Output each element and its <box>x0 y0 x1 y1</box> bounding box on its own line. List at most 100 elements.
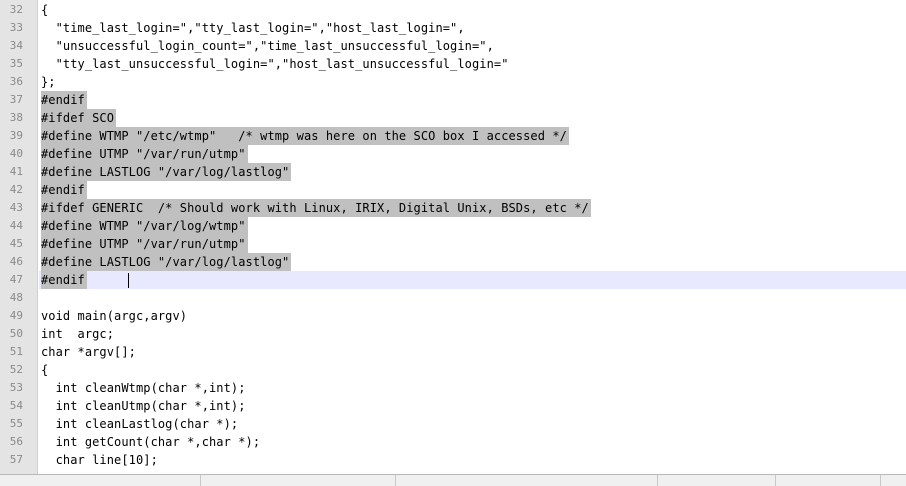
code-text: int cleanWtmp(char *,int); <box>41 381 246 395</box>
code-line-area[interactable]: char *argv[]; <box>39 343 906 361</box>
code-line-area[interactable]: #ifdef GENERIC /* Should work with Linux… <box>39 199 906 217</box>
line-number: 36 <box>9 75 23 88</box>
status-segment-length <box>200 475 391 486</box>
code-line[interactable]: 43 #ifdef GENERIC /* Should work with Lin… <box>0 199 906 217</box>
code-line-area[interactable]: #define LASTLOG "/var/log/lastlog" <box>39 253 906 271</box>
status-segment-eol <box>657 475 772 486</box>
text-caret <box>128 273 129 288</box>
code-line[interactable]: 48 <box>0 289 906 307</box>
code-line-area[interactable]: "unsuccessful_login_count=","time_last_u… <box>39 37 906 55</box>
selected-code-text: #ifdef SCO <box>41 109 117 127</box>
selected-code-text: #define LASTLOG "/var/log/lastlog" <box>41 253 292 271</box>
code-line-area[interactable]: int cleanLastlog(char *); <box>39 415 906 433</box>
code-text: { <box>41 3 49 17</box>
line-number: 32 <box>9 3 23 16</box>
line-number: 51 <box>9 345 23 358</box>
line-number: 54 <box>9 399 23 412</box>
line-number: 42 <box>9 183 23 196</box>
code-line[interactable]: 40 #define UTMP "/var/run/utmp" <box>0 145 906 163</box>
code-line[interactable]: 54 int cleanUtmp(char *,int); <box>0 397 906 415</box>
code-line[interactable]: 44 #define WTMP "/var/log/wtmp" <box>0 217 906 235</box>
line-number: 40 <box>9 147 23 160</box>
code-text: char line[10]; <box>41 453 158 467</box>
code-text: "tty_last_unsuccessful_login=","host_las… <box>41 57 509 71</box>
code-line[interactable]: 36}; <box>0 73 906 91</box>
code-text: "time_last_login=","tty_last_login=","ho… <box>41 21 465 35</box>
code-line[interactable]: 37 #endif <box>0 91 906 109</box>
code-line-area[interactable]: { <box>39 361 906 379</box>
code-line-area[interactable]: int cleanUtmp(char *,int); <box>39 397 906 415</box>
code-text: int argc; <box>41 327 115 341</box>
selected-code-text: #ifdef GENERIC /* Should work with Linux… <box>41 199 591 217</box>
code-line-area[interactable]: #define UTMP "/var/run/utmp" <box>39 145 906 163</box>
code-text: "unsuccessful_login_count=","time_last_u… <box>41 39 494 53</box>
notepad-window: 32 {33 "time_last_login=","tty_last_login… <box>0 0 906 486</box>
selected-code-text: #define LASTLOG "/var/log/lastlog" <box>41 163 292 181</box>
code-line[interactable]: 38 #ifdef SCO <box>0 109 906 127</box>
code-line[interactable]: 33 "time_last_login=","tty_last_login=",… <box>0 19 906 37</box>
code-line[interactable]: 41 #define LASTLOG "/var/log/lastlog" <box>0 163 906 181</box>
line-number: 50 <box>9 327 23 340</box>
line-number: 37 <box>9 93 23 106</box>
code-line[interactable]: 46 #define LASTLOG "/var/log/lastlog" <box>0 253 906 271</box>
code-text: int getCount(char *,char *); <box>41 435 261 449</box>
code-line[interactable]: 51 char *argv[]; <box>0 343 906 361</box>
line-number: 56 <box>9 435 23 448</box>
code-line-area[interactable]: int getCount(char *,char *); <box>39 433 906 451</box>
code-line-area[interactable]: int cleanWtmp(char *,int); <box>39 379 906 397</box>
code-line-area[interactable]: #define WTMP "/var/log/wtmp" <box>39 217 906 235</box>
code-text: }; <box>41 75 56 89</box>
line-number: 48 <box>9 291 23 304</box>
code-line-area[interactable]: { <box>39 1 906 19</box>
code-line-area[interactable]: #endif <box>39 271 906 289</box>
code-line-area[interactable]: #endif <box>39 91 906 109</box>
code-text: void main(argc,argv) <box>41 309 188 323</box>
selected-code-text: #define WTMP "/etc/wtmp" /* wtmp was her… <box>41 127 569 145</box>
code-line[interactable]: 42 #endif <box>0 181 906 199</box>
line-number: 38 <box>9 111 23 124</box>
code-line[interactable]: 52 { <box>0 361 906 379</box>
code-line-area[interactable]: #endif <box>39 181 906 199</box>
code-line[interactable]: 35 "tty_last_unsuccessful_login=","host_… <box>0 55 906 73</box>
status-segment-position <box>395 475 650 486</box>
code-line[interactable]: 34 "unsuccessful_login_count=","time_las… <box>0 37 906 55</box>
selected-code-text: #endif <box>41 91 87 109</box>
code-text: int cleanLastlog(char *); <box>41 417 239 431</box>
code-line-area[interactable]: "time_last_login=","tty_last_login=","ho… <box>39 19 906 37</box>
code-line[interactable]: 49 void main(argc,argv) <box>0 307 906 325</box>
code-line-area[interactable]: #define WTMP "/etc/wtmp" /* wtmp was her… <box>39 127 906 145</box>
code-line-area[interactable]: #define LASTLOG "/var/log/lastlog" <box>39 163 906 181</box>
code-line[interactable]: 47 #endif <box>0 271 906 289</box>
code-line-area[interactable]: #define UTMP "/var/run/utmp" <box>39 235 906 253</box>
code-line[interactable]: 53 int cleanWtmp(char *,int); <box>0 379 906 397</box>
line-number: 47 <box>9 273 23 286</box>
code-editor[interactable]: 32 {33 "time_last_login=","tty_last_login… <box>0 0 906 474</box>
code-line[interactable]: 39 #define WTMP "/etc/wtmp" /* wtmp was h… <box>0 127 906 145</box>
selected-code-text: #define UTMP "/var/run/utmp" <box>41 235 248 253</box>
code-line[interactable]: 56 int getCount(char *,char *); <box>0 433 906 451</box>
code-line-area[interactable]: "tty_last_unsuccessful_login=","host_las… <box>39 55 906 73</box>
code-line[interactable]: 50 int argc; <box>0 325 906 343</box>
line-number: 53 <box>9 381 23 394</box>
code-line-area[interactable]: int argc; <box>39 325 906 343</box>
code-line[interactable]: 57 char line[10]; <box>0 451 906 469</box>
code-text: { <box>41 363 49 377</box>
selected-code-text: #endif <box>41 271 87 289</box>
line-number: 49 <box>9 309 23 322</box>
code-line[interactable]: 55 int cleanLastlog(char *); <box>0 415 906 433</box>
code-line[interactable]: 32 { <box>0 1 906 19</box>
status-segment-mode <box>880 475 906 486</box>
line-number: 43 <box>9 201 23 214</box>
line-number: 52 <box>9 363 23 376</box>
code-line-area[interactable] <box>39 289 906 307</box>
code-line[interactable]: 45 #define UTMP "/var/run/utmp" <box>0 235 906 253</box>
status-segment-encoding <box>775 475 880 486</box>
selected-code-text: #define WTMP "/var/log/wtmp" <box>41 217 248 235</box>
code-text: int cleanUtmp(char *,int); <box>41 399 246 413</box>
code-line-area[interactable]: char line[10]; <box>39 451 906 469</box>
code-line-area[interactable]: }; <box>39 73 906 91</box>
line-number: 44 <box>9 219 23 232</box>
line-number: 46 <box>9 255 23 268</box>
code-line-area[interactable]: void main(argc,argv) <box>39 307 906 325</box>
code-line-area[interactable]: #ifdef SCO <box>39 109 906 127</box>
